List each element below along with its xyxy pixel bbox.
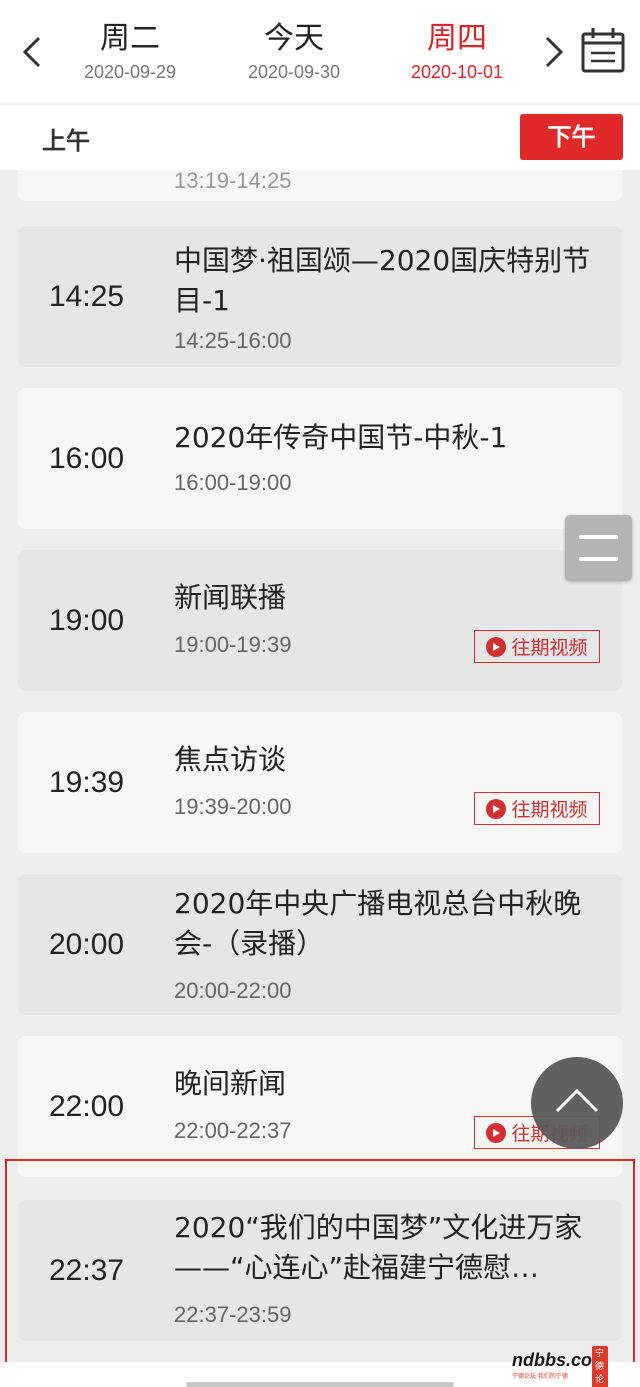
day-tab-today[interactable]: 今天 2020-09-30 [224,20,364,84]
day-date: 2020-10-01 [410,62,504,82]
program-time-range: 16:00-19:00 [174,470,292,495]
calendar-icon [581,28,625,73]
menu-line [579,557,618,561]
watermark-badge: 宁德论坛 [592,1346,609,1387]
program-title: 新闻联播 [174,581,287,614]
program-time-range: 13:19-14:25 [174,170,292,193]
day-date: 2020-09-30 [247,62,341,82]
program-list[interactable]: 13:19-14:25 14:25 中国梦·祖国颂—2020国庆特别节目-1 1… [0,170,640,1362]
program-card[interactable]: 19:00 新闻联播 19:00-19:39 往期视频 [18,550,622,691]
period-tabs: 上午 下午 [0,104,640,170]
past-videos-button[interactable]: 往期视频 [474,630,600,663]
play-icon [486,798,507,819]
play-icon [486,636,507,657]
program-time-range: 19:00-19:39 [174,632,292,657]
program-time-range: 20:00-22:00 [174,978,292,1003]
program-title: 2020年传奇中国节-中秋-1 [174,421,508,454]
play-icon [486,1122,507,1143]
program-title: 焦点访谈 [174,743,287,776]
program-card[interactable]: 16:00 2020年传奇中国节-中秋-1 16:00-19:00 [18,388,622,529]
prev-day-button[interactable] [12,26,52,78]
past-videos-button[interactable]: 往期视频 [474,792,600,825]
program-start-time: 16:00 [49,441,125,475]
chevron-right-icon [545,36,564,68]
program-start-time: 19:39 [49,765,125,799]
calendar-button[interactable] [580,26,626,74]
site-watermark: ndbbs.com 宁德论坛 宁德论坛·我们的宁德 [512,1346,609,1387]
program-start-time: 20:00 [49,927,125,961]
past-videos-label: 往期视频 [511,637,588,659]
day-date: 2020-09-29 [83,62,177,82]
program-time-range: 14:25-16:00 [174,328,292,353]
program-time-range: 22:00-22:37 [174,1118,292,1143]
day-name: 周二 [100,21,160,56]
next-day-button[interactable] [534,26,574,78]
program-start-time: 19:00 [49,603,125,637]
selection-highlight [5,1159,635,1362]
day-tab-thu[interactable]: 周四 2020-10-01 [387,20,527,84]
floating-menu-button[interactable] [565,515,632,581]
day-tab-tue[interactable]: 周二 2020-09-29 [60,20,200,84]
menu-line [579,535,618,539]
program-title: 2020年中央广播电视总台中秋晚会-（录播） [174,887,582,960]
program-card[interactable]: 20:00 2020年中央广播电视总台中秋晚会-（录播） 20:00-22:00 [18,874,622,1015]
tab-afternoon[interactable]: 下午 [520,114,623,160]
program-time-range: 19:39-20:00 [174,794,292,819]
day-name: 周四 [427,21,487,56]
back-to-top-button[interactable] [531,1057,623,1149]
date-navigation: 周二 2020-09-29 今天 2020-09-30 周四 2020-10-0… [0,0,640,103]
tab-morning[interactable]: 上午 [42,121,90,156]
program-title: 中国梦·祖国颂—2020国庆特别节目-1 [174,244,591,317]
day-name: 今天 [264,21,324,56]
program-start-time: 14:25 [49,279,125,313]
program-card[interactable]: 19:39 焦点访谈 19:39-20:00 往期视频 [18,712,622,853]
program-card[interactable]: 14:25 中国梦·祖国颂—2020国庆特别节目-1 14:25-16:00 [18,226,622,367]
home-indicator[interactable] [186,1382,454,1387]
chevron-up-icon [555,1088,599,1113]
chevron-left-icon [22,36,41,68]
program-card[interactable]: 13:19-14:25 [18,170,622,201]
program-start-time: 22:00 [49,1089,125,1123]
past-videos-label: 往期视频 [511,799,588,821]
